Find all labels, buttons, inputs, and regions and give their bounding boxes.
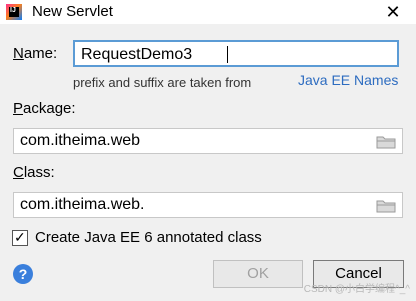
close-icon[interactable]: ✕	[380, 0, 406, 24]
ok-button[interactable]: OK	[213, 260, 303, 288]
folder-icon[interactable]	[376, 135, 396, 149]
name-input[interactable]: RequestDemo3	[73, 40, 399, 67]
annotated-class-checkbox[interactable]: ✓	[12, 229, 28, 246]
name-input-value: RequestDemo3	[81, 46, 193, 63]
class-input[interactable]: com.itheima.web.	[13, 192, 403, 218]
text-caret	[227, 46, 228, 63]
class-input-value: com.itheima.web.	[20, 196, 145, 213]
java-ee-names-link[interactable]: Java EE Names	[298, 72, 398, 88]
package-label: Package:	[13, 100, 76, 117]
help-icon[interactable]: ?	[13, 264, 33, 284]
class-label: Class:	[13, 164, 55, 181]
intellij-idea-icon: IJ	[6, 4, 22, 20]
title-bar: IJ New Servlet ✕	[0, 0, 416, 24]
window-title: New Servlet	[32, 3, 113, 20]
hint-text: prefix and suffix are taken from	[73, 75, 252, 90]
annotated-class-label[interactable]: Create Java EE 6 annotated class	[35, 229, 262, 246]
package-input-value: com.itheima.web	[20, 132, 141, 149]
csdn-watermark: CSDN @小白学编程^_^	[303, 284, 410, 295]
folder-icon[interactable]	[376, 199, 396, 213]
package-input[interactable]: com.itheima.web	[13, 128, 403, 154]
name-label: Name:	[13, 45, 58, 62]
checkmark-icon: ✓	[14, 229, 26, 245]
